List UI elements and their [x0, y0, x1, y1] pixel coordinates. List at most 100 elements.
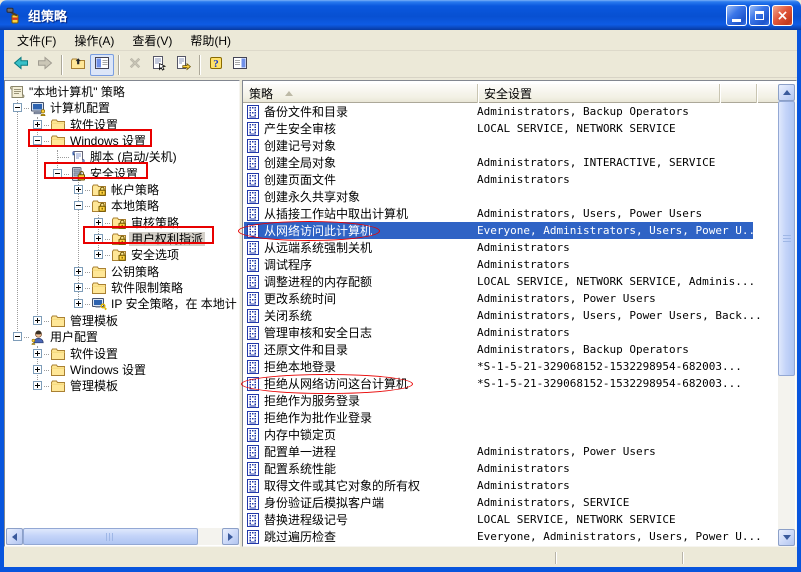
- policy-name[interactable]: 取得文件或其它对象的所有权: [264, 477, 477, 494]
- list-row[interactable]: 创建记号对象: [244, 137, 777, 154]
- list-row[interactable]: 创建页面文件Administrators: [244, 171, 777, 188]
- policy-name[interactable]: 调试程序: [264, 256, 477, 273]
- tree-item-label[interactable]: 软件设置: [68, 347, 120, 361]
- tree-item-label[interactable]: 安全选项: [129, 248, 181, 262]
- tree-horizontal-scrollbar[interactable]: [6, 528, 239, 545]
- collapse-minus-icon[interactable]: [33, 136, 42, 145]
- toolbar-back-button[interactable]: [9, 54, 33, 76]
- list-row[interactable]: 从插接工作站中取出计算机Administrators, Users, Power…: [244, 205, 777, 222]
- menu-action[interactable]: 操作(A): [65, 30, 123, 51]
- list-vscroll-thumb[interactable]: [778, 101, 795, 376]
- tree-item-label[interactable]: 公钥策略: [109, 265, 161, 279]
- toolbar-properties-button[interactable]: [147, 54, 171, 76]
- expand-plus-icon[interactable]: [33, 381, 42, 390]
- policy-name[interactable]: 从远端系统强制关机: [264, 239, 477, 256]
- policy-name[interactable]: 身份验证后模拟客户端: [264, 494, 477, 511]
- tree-item-label[interactable]: 用户配置: [48, 330, 100, 344]
- menu-file[interactable]: 文件(F): [8, 30, 65, 51]
- expand-plus-icon[interactable]: [74, 185, 83, 194]
- menu-view[interactable]: 查看(V): [123, 30, 181, 51]
- collapse-minus-icon[interactable]: [13, 332, 22, 341]
- list-row[interactable]: 更改系统时间Administrators, Power Users: [244, 290, 777, 307]
- tree-item-label[interactable]: IP 安全策略，在 本地计: [109, 297, 239, 311]
- list-row[interactable]: 拒绝本地登录*S-1-5-21-329068152-1532298954-682…: [244, 358, 777, 375]
- close-button[interactable]: ×: [772, 5, 793, 26]
- tree-item[interactable]: 管理模板: [5, 313, 238, 329]
- list-row[interactable]: 身份验证后模拟客户端Administrators, SERVICE: [244, 494, 777, 511]
- policy-name[interactable]: 拒绝从网络访问这台计算机: [264, 375, 477, 392]
- tree-item-label[interactable]: "本地计算机" 策略: [27, 85, 127, 99]
- tree-item-label[interactable]: 软件限制策略: [109, 281, 185, 295]
- expand-plus-icon[interactable]: [74, 299, 83, 308]
- policy-name[interactable]: 创建全局对象: [264, 154, 477, 171]
- policy-name[interactable]: 拒绝本地登录: [264, 358, 477, 375]
- list-row[interactable]: 跳过遍历检查Everyone, Administrators, Users, P…: [244, 528, 777, 545]
- expand-plus-icon[interactable]: [33, 365, 42, 374]
- policy-name[interactable]: 从插接工作站中取出计算机: [264, 205, 477, 222]
- collapse-minus-icon[interactable]: [53, 169, 62, 178]
- tree-item-label[interactable]: 管理模板: [68, 379, 120, 393]
- tree-item[interactable]: 用户配置: [5, 329, 238, 345]
- expand-plus-icon[interactable]: [33, 349, 42, 358]
- tree-item-label[interactable]: Windows 设置: [68, 134, 148, 148]
- tree-item[interactable]: 用户权利指派: [5, 231, 238, 247]
- list-row[interactable]: 拒绝从网络访问这台计算机*S-1-5-21-329068152-15322989…: [244, 375, 777, 392]
- expand-plus-icon[interactable]: [74, 283, 83, 292]
- tree-item[interactable]: 软件设置: [5, 117, 238, 133]
- tree-item[interactable]: 管理模板: [5, 378, 238, 394]
- tree-item-label[interactable]: 审核策略: [129, 216, 181, 230]
- tree-item[interactable]: 软件设置: [5, 346, 238, 362]
- policy-name[interactable]: 创建记号对象: [264, 137, 477, 154]
- policy-name[interactable]: 管理审核和安全日志: [264, 324, 477, 341]
- tree-item-label[interactable]: 本地策略: [109, 199, 161, 213]
- list-row[interactable]: 配置单一进程Administrators, Power Users: [244, 443, 777, 460]
- policy-name[interactable]: 替换进程级记号: [264, 511, 477, 528]
- titlebar[interactable]: 组策略 ×: [0, 0, 801, 30]
- list-row[interactable]: 还原文件和目录Administrators, Backup Operators: [244, 341, 777, 358]
- toolbar-help-button[interactable]: ?: [204, 54, 228, 76]
- list-row[interactable]: 调整进程的内存配额LOCAL SERVICE, NETWORK SERVICE,…: [244, 273, 777, 290]
- list-vertical-scrollbar[interactable]: [778, 84, 795, 546]
- tree-item[interactable]: 审核策略: [5, 215, 238, 231]
- tree-item-label[interactable]: 脚本 (启动/关机): [88, 150, 179, 164]
- scroll-right-button[interactable]: [222, 528, 239, 545]
- expand-plus-icon[interactable]: [74, 267, 83, 276]
- toolbar-up-one-level-button[interactable]: [66, 54, 90, 76]
- tree-item-label[interactable]: 管理模板: [68, 314, 120, 328]
- tree-item[interactable]: 安全设置: [5, 166, 238, 182]
- list-row[interactable]: 调试程序Administrators: [244, 256, 777, 273]
- column-header-policy[interactable]: 策略: [243, 84, 478, 103]
- list-row[interactable]: 从远端系统强制关机Administrators: [244, 239, 777, 256]
- expand-plus-icon[interactable]: [94, 250, 103, 259]
- expand-plus-icon[interactable]: [94, 218, 103, 227]
- policy-name[interactable]: 还原文件和目录: [264, 341, 477, 358]
- tree-item[interactable]: 安全选项: [5, 247, 238, 263]
- policy-name[interactable]: 拒绝作为批作业登录: [264, 409, 477, 426]
- policy-name[interactable]: 跳过遍历检查: [264, 528, 477, 545]
- scroll-down-button[interactable]: [778, 529, 795, 546]
- tree-hscroll-thumb[interactable]: [23, 528, 198, 545]
- tree-item-label[interactable]: 帐户策略: [109, 183, 161, 197]
- toolbar-show-hide-console-tree-button[interactable]: [90, 54, 114, 76]
- policy-name[interactable]: 调整进程的内存配额: [264, 273, 477, 290]
- menu-help[interactable]: 帮助(H): [181, 30, 240, 51]
- expand-plus-icon[interactable]: [33, 120, 42, 129]
- policy-name[interactable]: 创建页面文件: [264, 171, 477, 188]
- tree-item[interactable]: 脚本 (启动/关机): [5, 149, 238, 165]
- policy-name[interactable]: 更改系统时间: [264, 290, 477, 307]
- tree-item[interactable]: "本地计算机" 策略: [5, 84, 238, 100]
- tree-item[interactable]: 公钥策略: [5, 264, 238, 280]
- list-row[interactable]: 拒绝作为批作业登录: [244, 409, 777, 426]
- toolbar-forward-button[interactable]: [33, 54, 57, 76]
- column-header-security-setting[interactable]: 安全设置: [478, 84, 720, 103]
- list-row[interactable]: 创建全局对象Administrators, INTERACTIVE, SERVI…: [244, 154, 777, 171]
- list-row[interactable]: 配置系统性能Administrators: [244, 460, 777, 477]
- expand-plus-icon[interactable]: [33, 316, 42, 325]
- collapse-minus-icon[interactable]: [74, 201, 83, 210]
- tree-item-label[interactable]: 软件设置: [68, 118, 120, 132]
- list-row[interactable]: 创建永久共享对象: [244, 188, 777, 205]
- list-row[interactable]: 内存中锁定页: [244, 426, 777, 443]
- tree-item[interactable]: IP 安全策略，在 本地计: [5, 296, 238, 312]
- tree-item-label[interactable]: Windows 设置: [68, 363, 148, 377]
- policy-name[interactable]: 关闭系统: [264, 307, 477, 324]
